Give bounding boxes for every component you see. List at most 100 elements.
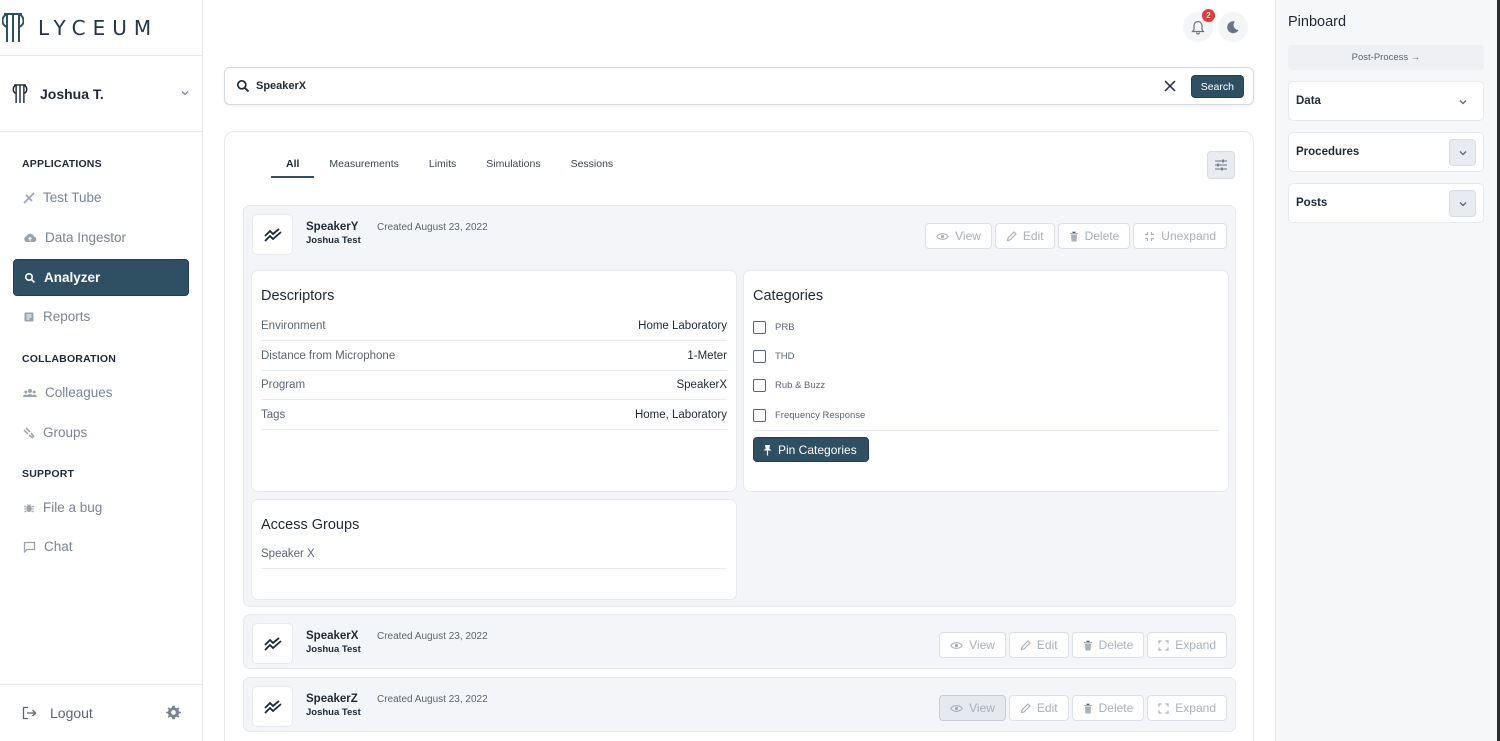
descriptor-row: Tags Home, Laboratory (261, 401, 727, 430)
trash-icon (1083, 640, 1092, 650)
tab-all[interactable]: All (271, 154, 315, 178)
expand-label: Expand (1175, 701, 1216, 715)
descriptors-heading: Descriptors (261, 288, 335, 304)
search-input[interactable] (256, 80, 1136, 92)
access-groups-heading: Access Groups (261, 517, 360, 533)
people-icon (23, 388, 37, 397)
descriptor-row: Distance from Microphone 1-Meter (261, 342, 727, 371)
chevron-down-icon[interactable] (1449, 190, 1476, 217)
descriptor-key: Tags (261, 409, 286, 421)
unexpand-label: Unexpand (1161, 229, 1216, 243)
logout-button[interactable]: Logout (50, 705, 93, 721)
sidebar-item-data-ingestor[interactable]: Data Ingestor (13, 219, 189, 256)
category-label: THD (775, 351, 795, 362)
section-label: Posts (1296, 197, 1328, 209)
tab-simulations[interactable]: Simulations (471, 154, 555, 178)
divider (753, 430, 1219, 431)
delete-button[interactable]: Delete (1071, 632, 1145, 658)
edit-button[interactable]: Edit (994, 223, 1055, 249)
access-group-name: Speaker X (261, 548, 315, 560)
category-checkbox[interactable] (753, 379, 766, 392)
notification-count-badge: 2 (1202, 9, 1215, 22)
tab-sessions[interactable]: Sessions (556, 154, 629, 178)
sidebar-item-reports[interactable]: Reports (13, 298, 189, 335)
delete-button[interactable]: Delete (1071, 695, 1145, 721)
edit-button[interactable]: Edit (1008, 695, 1069, 721)
sidebar-item-label: Data Ingestor (45, 230, 127, 245)
filter-button[interactable] (1207, 151, 1235, 179)
unexpand-button[interactable]: Unexpand (1133, 223, 1227, 249)
chevron-down-icon[interactable] (1449, 88, 1476, 115)
sidebar-item-chat[interactable]: Chat (13, 528, 189, 565)
notifications-button[interactable]: 2 (1183, 9, 1215, 42)
sidebar-item-analyzer[interactable]: Analyzer (13, 259, 189, 296)
category-label: Frequency Response (775, 410, 866, 421)
category-label: PRB (775, 322, 795, 333)
pinboard-section-procedures[interactable]: Procedures (1288, 132, 1484, 172)
descriptor-key: Distance from Microphone (261, 350, 396, 362)
test-tube-icon (23, 191, 35, 204)
sidebar-item-label: Reports (43, 309, 91, 324)
category-label: Rub & Buzz (775, 380, 826, 391)
trash-icon (1083, 703, 1092, 713)
tab-limits[interactable]: Limits (414, 154, 471, 178)
pin-categories-button[interactable]: Pin Categories (753, 437, 869, 462)
eye-icon (950, 704, 963, 712)
tab-measurements[interactable]: Measurements (314, 154, 413, 178)
chevron-down-icon[interactable] (180, 88, 190, 98)
category-option[interactable]: Rub & Buzz (753, 379, 825, 392)
pinboard-panel: Pinboard Post-Process → Data Procedures … (1275, 0, 1500, 741)
category-checkbox[interactable] (753, 409, 766, 422)
category-option[interactable]: THD (753, 350, 795, 363)
sidebar-item-label: Colleagues (45, 385, 113, 400)
category-option[interactable]: PRB (753, 321, 795, 334)
sidebar-item-colleagues[interactable]: Colleagues (13, 374, 189, 411)
view-button[interactable]: View (939, 632, 1006, 658)
sidebar: LYCEUM Joshua T. APPLICATIONS Test Tube … (0, 0, 203, 741)
category-option[interactable]: Frequency Response (753, 409, 865, 422)
pinboard-section-posts[interactable]: Posts (1288, 183, 1484, 223)
sidebar-item-label: Test Tube (43, 190, 102, 205)
close-icon[interactable] (1163, 79, 1177, 93)
logout-icon[interactable] (22, 706, 37, 720)
chevron-down-icon[interactable] (1449, 139, 1476, 166)
search-button[interactable]: Search (1190, 75, 1244, 98)
category-checkbox[interactable] (753, 350, 766, 363)
edit-button[interactable]: Edit (1008, 632, 1069, 658)
view-button[interactable]: View (925, 223, 992, 249)
results-panel: All Measurements Limits Simulations Sess… (224, 131, 1254, 741)
trash-icon (1069, 231, 1078, 241)
descriptor-value: SpeakerX (676, 379, 727, 391)
categories-panel: Categories PRB THD Rub & Buzz Frequency … (743, 270, 1229, 492)
delete-label: Delete (1084, 229, 1120, 243)
descriptors-panel: Descriptors Environment Home Laboratory D… (251, 270, 737, 492)
expand-icon (1158, 702, 1169, 714)
descriptor-value: Home Laboratory (638, 320, 727, 332)
expand-button[interactable]: Expand (1147, 632, 1227, 658)
pinboard-title: Pinboard (1288, 14, 1347, 30)
view-label: View (969, 638, 995, 652)
eye-icon (936, 232, 949, 240)
dark-mode-toggle[interactable] (1218, 12, 1248, 42)
sidebar-item-test-tube[interactable]: Test Tube (13, 179, 189, 216)
card-title: SpeakerZ (306, 693, 358, 705)
gear-icon[interactable] (166, 705, 181, 720)
pinboard-section-data[interactable]: Data (1288, 81, 1484, 121)
access-group-row: Speaker X (261, 540, 727, 569)
user-menu[interactable]: Joshua T. (0, 56, 202, 132)
user-name: Joshua T. (40, 85, 104, 102)
sidebar-item-groups[interactable]: Groups (13, 414, 189, 451)
post-process-button[interactable]: Post-Process → (1288, 45, 1484, 70)
descriptor-value: 1-Meter (687, 350, 727, 362)
delete-button[interactable]: Delete (1057, 223, 1131, 249)
category-checkbox[interactable] (753, 321, 766, 334)
view-button[interactable]: View (939, 695, 1006, 721)
descriptor-row: Program SpeakerX (261, 371, 727, 400)
expand-button[interactable]: Expand (1147, 695, 1227, 721)
sidebar-item-file-bug[interactable]: File a bug (13, 489, 189, 526)
measurement-icon (252, 214, 293, 255)
brand-logo[interactable]: LYCEUM (0, 0, 202, 56)
card-created-date: Created August 23, 2022 (377, 631, 488, 642)
result-tabs: All Measurements Limits Simulations Sess… (271, 154, 628, 178)
chat-icon (23, 541, 36, 553)
